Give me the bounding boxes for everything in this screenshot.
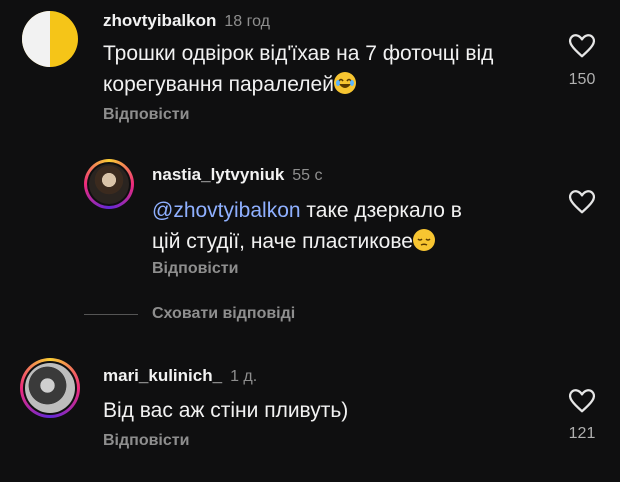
avatar xyxy=(87,162,131,206)
comment-text: Трошки одвірок від'їхав на 7 фоточці від… xyxy=(103,38,493,100)
comment-time: 55 с xyxy=(292,167,323,184)
comment-text-span: корегування паралелей xyxy=(103,73,334,96)
comment-username[interactable]: nastia_lytvyniuk 55 с xyxy=(152,165,323,185)
avatar-ring[interactable] xyxy=(20,358,80,418)
heart-icon[interactable] xyxy=(567,30,597,60)
heart-icon[interactable] xyxy=(567,186,597,216)
reply-button[interactable]: Відповісти xyxy=(152,260,238,278)
username-text[interactable]: nastia_lytvyniuk xyxy=(152,165,284,184)
avatar xyxy=(23,361,77,415)
comment-text-line: Від вас аж стіни пливуть) xyxy=(103,399,349,422)
comment-time: 18 год xyxy=(224,13,270,30)
comment-text-span: таке дзеркало в xyxy=(300,199,462,222)
like-count: 150 xyxy=(568,71,596,88)
comment-text-span: цій студії, наче пластикове xyxy=(152,230,413,253)
heart-icon[interactable] xyxy=(567,385,597,415)
hide-replies-button[interactable]: Сховати відповіді xyxy=(152,305,295,323)
avatar[interactable] xyxy=(22,11,78,67)
laughing-emoji-icon xyxy=(333,72,356,94)
avatar-ring[interactable] xyxy=(84,159,134,209)
username-text[interactable]: mari_kulinich_ xyxy=(103,366,222,385)
comment-username[interactable]: mari_kulinich_ 1 д. xyxy=(103,366,257,386)
comment-username[interactable]: zhovtyibalkon 18 год xyxy=(103,11,270,31)
comment-text-line: цій студії, наче пластикове xyxy=(152,226,462,257)
username-text[interactable]: zhovtyibalkon xyxy=(103,11,216,30)
reply-button[interactable]: Відповісти xyxy=(103,432,189,450)
comment-text-line: @zhovtyibalkon таке дзеркало в xyxy=(152,195,462,226)
comment-text: Від вас аж стіни пливуть) xyxy=(103,395,348,426)
mention-link[interactable]: @zhovtyibalkon xyxy=(152,199,301,222)
reply-button[interactable]: Відповісти xyxy=(103,106,189,124)
comment-text-line: корегування паралелей xyxy=(103,69,493,100)
comment-text: @zhovtyibalkon таке дзеркало в цій студі… xyxy=(152,195,462,257)
like-count: 121 xyxy=(568,425,596,442)
hide-replies-divider xyxy=(84,314,138,315)
comment-text-line: Трошки одвірок від'їхав на 7 фоточці від xyxy=(103,42,494,65)
pensive-emoji-icon xyxy=(412,229,435,251)
comment-time: 1 д. xyxy=(230,368,258,385)
